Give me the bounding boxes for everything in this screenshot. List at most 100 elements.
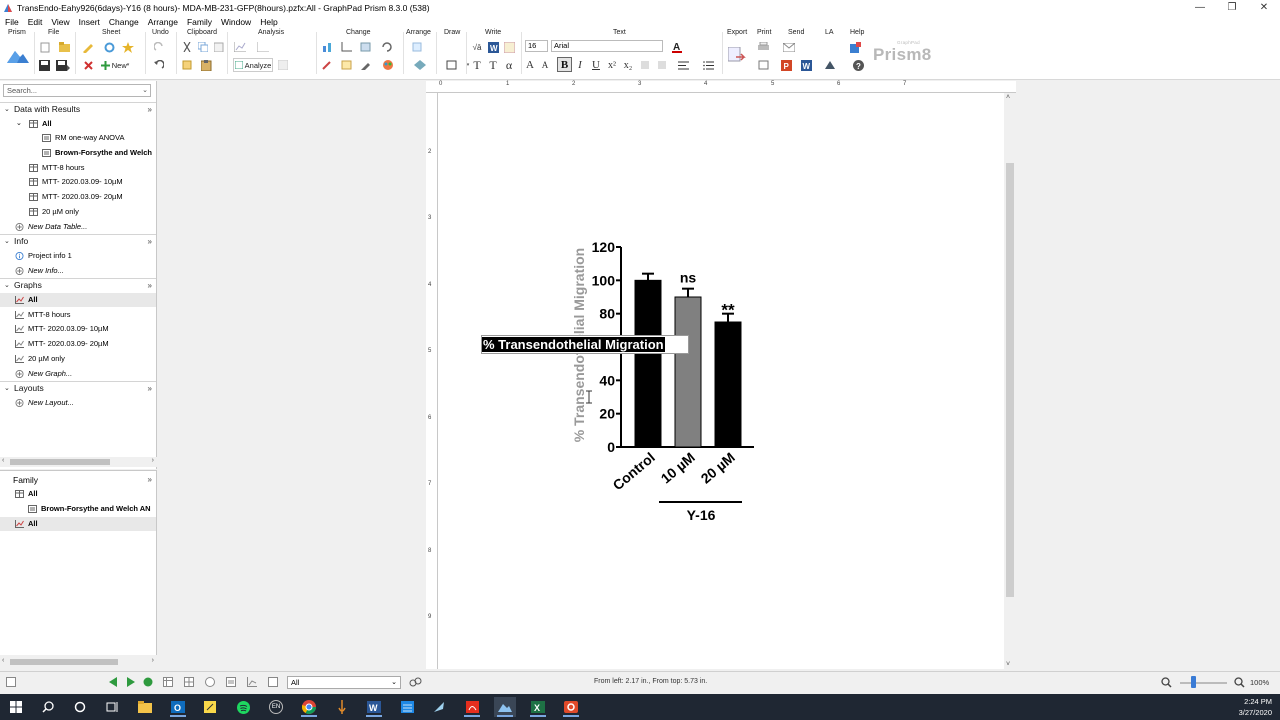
- data-item-all[interactable]: ⌄ All: [0, 117, 156, 131]
- taskbar-search[interactable]: [37, 697, 59, 717]
- change-color-icon[interactable]: [320, 59, 334, 71]
- cut-icon[interactable]: [180, 41, 193, 53]
- family-item-all-graph[interactable]: All: [0, 517, 156, 531]
- scroll-right-icon[interactable]: ›: [152, 457, 154, 464]
- data-item-mtt-8-hours[interactable]: MTT-8 hours: [0, 161, 156, 175]
- sheet-magic-icon[interactable]: [120, 41, 136, 53]
- scroll-left-icon[interactable]: ‹: [2, 657, 4, 664]
- taskbar-excel[interactable]: X: [527, 697, 549, 717]
- axis-title-selected-text[interactable]: % Transendothelial Migration: [482, 337, 665, 352]
- write-info-icon[interactable]: [502, 41, 516, 53]
- undo-icon[interactable]: [150, 59, 168, 71]
- start-button[interactable]: [5, 697, 27, 717]
- section-graphs[interactable]: ⌄ Graphs »: [0, 278, 156, 292]
- maximize-button[interactable]: ❐: [1216, 0, 1248, 15]
- taskbar-outlook[interactable]: O: [167, 697, 189, 717]
- superscript-button[interactable]: x²: [606, 59, 618, 71]
- first-sheet-icon[interactable]: [108, 677, 118, 687]
- section-info[interactable]: ⌄ Info »: [0, 234, 156, 248]
- menu-arrange[interactable]: Arrange: [148, 17, 178, 27]
- font-size-select[interactable]: 16: [525, 40, 548, 52]
- taskbar-sticky-notes[interactable]: [199, 697, 221, 717]
- increase-font-icon[interactable]: A: [524, 59, 536, 71]
- sheet-edit-icon[interactable]: [80, 41, 96, 53]
- scroll-left-icon[interactable]: ‹: [2, 457, 4, 464]
- sheet-gear-icon[interactable]: [102, 41, 116, 53]
- copy-icon[interactable]: [196, 41, 209, 53]
- expand-more-icon[interactable]: »: [148, 473, 152, 487]
- analysis-fit-icon[interactable]: [255, 41, 271, 53]
- zoom-slider-thumb[interactable]: [1191, 676, 1196, 688]
- align-button[interactable]: [672, 59, 694, 71]
- graph-item-all[interactable]: All: [0, 293, 156, 307]
- family-item-all-data[interactable]: All: [0, 487, 156, 501]
- new-info-link[interactable]: New Info...: [0, 264, 156, 278]
- scrollbar-thumb[interactable]: [10, 459, 110, 465]
- taskbar-clock[interactable]: 2:24 PM 3/27/2020: [1239, 696, 1272, 718]
- next-sheet-icon[interactable]: [126, 677, 136, 687]
- write-formula-icon[interactable]: √ā: [470, 41, 484, 53]
- bold-button[interactable]: B: [557, 57, 572, 72]
- save-icon[interactable]: [38, 59, 51, 71]
- data-item-mtt-20um[interactable]: MTT- 2020.03.09- 20µM: [0, 190, 156, 204]
- taskbar-calendar[interactable]: [396, 697, 418, 717]
- workspace-vertical-scrollbar[interactable]: ˄ ˅: [1004, 93, 1016, 669]
- data-item-rm-anova[interactable]: RM one-way ANOVA: [0, 131, 156, 145]
- arrange-align-icon[interactable]: [410, 41, 424, 53]
- change-format-icon[interactable]: [358, 41, 372, 53]
- graph-item-mtt-10um[interactable]: MTT- 2020.03.09- 10µM: [0, 322, 156, 336]
- italic-button[interactable]: I: [574, 59, 586, 71]
- data-item-brown-forsythe[interactable]: Brown-Forsythe and Welch: [0, 146, 156, 160]
- write-alpha-icon[interactable]: α: [502, 58, 516, 72]
- menu-edit[interactable]: Edit: [28, 17, 43, 27]
- subscript-button[interactable]: x₂: [622, 59, 634, 71]
- sheet-icon[interactable]: [6, 677, 16, 687]
- minimize-button[interactable]: —: [1184, 0, 1216, 15]
- menu-window[interactable]: Window: [221, 17, 251, 27]
- graph-item-20um-only[interactable]: 20 µM only: [0, 352, 156, 366]
- section-layouts[interactable]: ⌄ Layouts »: [0, 381, 156, 395]
- export-icon[interactable]: [726, 42, 748, 68]
- open-file-icon[interactable]: [58, 41, 71, 53]
- help-contents-icon[interactable]: [848, 41, 862, 53]
- axis-title-editor[interactable]: % Transendothelial Migration: [481, 335, 689, 354]
- scrollbar-thumb[interactable]: [10, 659, 118, 665]
- data-item-mtt-10um[interactable]: MTT- 2020.03.09- 10µM: [0, 175, 156, 189]
- menu-family[interactable]: Family: [187, 17, 212, 27]
- family-item-brown-forsythe[interactable]: Brown-Forsythe and Welch AN: [0, 502, 156, 516]
- change-edit-icon[interactable]: [358, 59, 374, 71]
- change-refresh-icon[interactable]: [377, 41, 397, 53]
- taskbar-app-violin[interactable]: [331, 697, 353, 717]
- new-layout-link[interactable]: New Layout...: [0, 396, 156, 410]
- decrease-font-icon[interactable]: A: [539, 59, 551, 71]
- taskbar-app-feather[interactable]: [428, 697, 450, 717]
- view-results-icon[interactable]: [226, 677, 236, 687]
- taskbar-prism[interactable]: [494, 697, 516, 717]
- change-style-icon[interactable]: [339, 59, 353, 71]
- menu-help[interactable]: Help: [260, 17, 277, 27]
- menu-change[interactable]: Change: [109, 17, 139, 27]
- scrollbar-thumb[interactable]: [1006, 163, 1014, 597]
- new-file-icon[interactable]: [38, 41, 51, 53]
- list-button[interactable]: [698, 59, 718, 71]
- data-item-20um-only[interactable]: 20 µM only: [0, 205, 156, 219]
- paste-special-icon[interactable]: [212, 41, 225, 53]
- graph-item-mtt-8-hours[interactable]: MTT-8 hours: [0, 308, 156, 322]
- copy-format-icon[interactable]: [180, 59, 193, 71]
- view-table-icon[interactable]: [163, 677, 173, 687]
- print-icon[interactable]: [756, 41, 770, 53]
- section-data-with-results[interactable]: ⌄ Data with Results »: [0, 102, 156, 116]
- analyze-button[interactable]: Analyze: [233, 58, 273, 72]
- taskbar-screen-recorder[interactable]: [560, 697, 582, 717]
- navigator-horizontal-scrollbar[interactable]: ‹ ›: [0, 457, 157, 467]
- view-graph-icon[interactable]: [247, 677, 257, 687]
- change-graph-type-icon[interactable]: [320, 41, 334, 53]
- write-text-icon[interactable]: T: [470, 58, 484, 72]
- taskbar-acrobat[interactable]: [461, 697, 483, 717]
- la-icon[interactable]: [820, 59, 840, 71]
- arrange-group-icon[interactable]: [410, 59, 430, 71]
- new-sheet-button[interactable]: New ▾: [98, 59, 132, 71]
- taskbar-chrome[interactable]: [298, 697, 320, 717]
- zoom-out-icon[interactable]: [1161, 677, 1172, 688]
- family-horizontal-scrollbar[interactable]: ‹ ›: [0, 657, 157, 667]
